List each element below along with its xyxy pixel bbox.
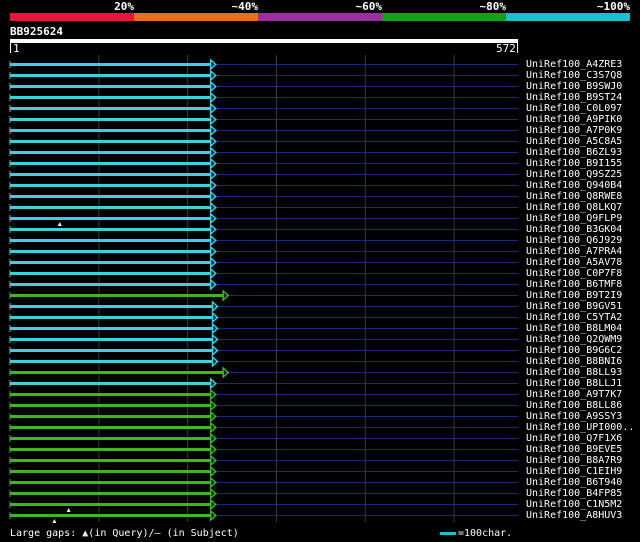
hit-bar xyxy=(10,228,211,231)
hit-name-link[interactable]: UniRef100_A9SSY3 xyxy=(526,411,622,422)
hit-name-link[interactable]: UniRef100_B6T940 xyxy=(526,477,622,488)
hit-name-link[interactable]: UniRef100_C1N5M2 xyxy=(526,499,622,510)
legend-query-gap-text: (in Query)/ xyxy=(88,528,155,539)
hit-bar xyxy=(10,283,211,286)
hit-bar xyxy=(10,305,213,308)
hit-bar xyxy=(10,261,211,264)
hit-name-link[interactable]: UniRef100_A5AV78 xyxy=(526,257,622,268)
hit-name-link[interactable]: UniRef100_A9PIK0 xyxy=(526,114,622,125)
hit-name-link[interactable]: UniRef100_C0L097 xyxy=(526,103,622,114)
hit-name-link[interactable]: UniRef100_B9T2I9 xyxy=(526,290,622,301)
hit-name-link[interactable]: UniRef100_C5YTA2 xyxy=(526,312,622,323)
hit-name-link[interactable]: UniRef100_B6ZL93 xyxy=(526,147,622,158)
hit-bar xyxy=(10,151,211,154)
hit-bar xyxy=(10,426,211,429)
hit-name-link[interactable]: UniRef100_C0P7F8 xyxy=(526,268,622,279)
hit-name-link[interactable]: UniRef100_B6TMF8 xyxy=(526,279,622,290)
legend-prefix: Large gaps: xyxy=(10,528,77,539)
hit-bar xyxy=(10,272,211,275)
hit-name-link[interactable]: UniRef100_Q9SZ25 xyxy=(526,169,622,180)
hit-bar xyxy=(10,250,211,253)
hit-bar xyxy=(10,503,211,506)
hit-name-link[interactable]: UniRef100_UPI000.. xyxy=(526,422,634,433)
hit-name-link[interactable]: UniRef100_B8BNI6 xyxy=(526,356,622,367)
hit-bar xyxy=(10,96,211,99)
hit-bar xyxy=(10,338,213,341)
hit-bar xyxy=(10,129,211,132)
hit-name-link[interactable]: UniRef100_Q8RWE8 xyxy=(526,191,622,202)
hit-name-link[interactable]: UniRef100_A8HUV3 xyxy=(526,510,622,521)
hit-bar xyxy=(10,173,211,176)
hit-name-link[interactable]: UniRef100_B9G6C2 xyxy=(526,345,622,356)
hit-bar xyxy=(10,492,211,495)
hit-name-link[interactable]: UniRef100_B8LL86 xyxy=(526,400,622,411)
legend-subject-gap-text: (in Subject) xyxy=(160,528,239,539)
hit-name-link[interactable]: UniRef100_B9ST24 xyxy=(526,92,622,103)
scale-legend-text: =100char. xyxy=(458,528,513,539)
hit-bar xyxy=(10,415,211,418)
hit-name-link[interactable]: UniRef100_B9GV51 xyxy=(526,301,622,312)
hit-name-link[interactable]: UniRef100_A9T7K7 xyxy=(526,389,622,400)
hit-name-link[interactable]: UniRef100_A7PRA4 xyxy=(526,246,622,257)
hit-name-link[interactable]: UniRef100_B4FP85 xyxy=(526,488,622,499)
hit-bar xyxy=(10,140,211,143)
hit-bar xyxy=(10,294,224,297)
hit-bar xyxy=(10,118,211,121)
hit-name-link[interactable]: UniRef100_Q6J929 xyxy=(526,235,622,246)
hit-bar xyxy=(10,74,211,77)
hit-bar xyxy=(10,382,211,385)
hit-bar xyxy=(10,107,211,110)
hit-bar xyxy=(10,437,211,440)
hit-name-link[interactable]: UniRef100_C3S7Q8 xyxy=(526,70,622,81)
hit-name-link[interactable]: UniRef100_Q7F1X6 xyxy=(526,433,622,444)
hit-name-link[interactable]: UniRef100_B9EVE5 xyxy=(526,444,622,455)
hit-name-link[interactable]: UniRef100_Q2QWM9 xyxy=(526,334,622,345)
scale-swatch-icon xyxy=(440,531,456,535)
hit-bar xyxy=(10,514,211,517)
hit-name-link[interactable]: UniRef100_B3GK04 xyxy=(526,224,622,235)
hit-bar xyxy=(10,481,211,484)
hit-name-link[interactable]: UniRef100_Q9FLP9 xyxy=(526,213,622,224)
hit-bar xyxy=(10,85,211,88)
hit-name-link[interactable]: UniRef100_Q8LKQ7 xyxy=(526,202,622,213)
hit-bar xyxy=(10,448,211,451)
query-gap-marker-icon xyxy=(57,222,62,226)
hit-bar xyxy=(10,162,211,165)
hit-bar xyxy=(10,206,211,209)
hit-bar xyxy=(10,404,211,407)
hit-name-link[interactable]: UniRef100_C1EIH9 xyxy=(526,466,622,477)
hit-name-link[interactable]: UniRef100_Q940B4 xyxy=(526,180,622,191)
hit-bar xyxy=(10,63,211,66)
hit-name-link[interactable]: UniRef100_B9SWJ0 xyxy=(526,81,622,92)
hit-name-link[interactable]: UniRef100_A7P0K9 xyxy=(526,125,622,136)
hit-bar xyxy=(10,393,211,396)
hit-name-link[interactable]: UniRef100_B8A7R9 xyxy=(526,455,622,466)
scale-legend: =100char. xyxy=(440,528,512,540)
hit-bar xyxy=(10,470,211,473)
hit-bar xyxy=(10,195,211,198)
query-gap-marker-icon xyxy=(52,519,57,523)
hit-name-link[interactable]: UniRef100_B8LLJ1 xyxy=(526,378,622,389)
hit-bar xyxy=(10,239,211,242)
hit-name-link[interactable]: UniRef100_B8LL93 xyxy=(526,367,622,378)
query-gap-marker-icon xyxy=(66,508,71,512)
hit-bar xyxy=(10,217,211,220)
hit-bar xyxy=(10,360,213,363)
hit-name-link[interactable]: UniRef100_A5C8A5 xyxy=(526,136,622,147)
hit-bar xyxy=(10,316,213,319)
hit-bar xyxy=(10,184,211,187)
hit-name-link[interactable]: UniRef100_B9I155 xyxy=(526,158,622,169)
gap-legend: Large gaps: ▲(in Query)/— (in Subject) xyxy=(10,528,239,540)
hit-name-link[interactable]: UniRef100_A4ZRE3 xyxy=(526,59,622,70)
hit-name-link[interactable]: UniRef100_B8LM04 xyxy=(526,323,622,334)
hit-bar xyxy=(10,327,213,330)
hit-bar xyxy=(10,459,211,462)
hit-bar xyxy=(10,371,224,374)
hit-bar xyxy=(10,349,213,352)
